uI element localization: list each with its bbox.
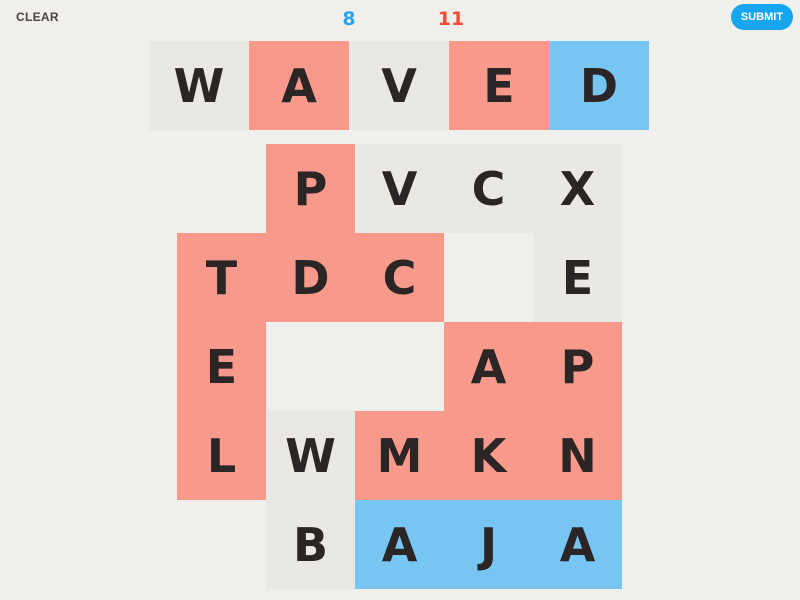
board-tile-r4-c3[interactable]: W [266, 411, 355, 500]
blue-score: 8 [342, 8, 356, 30]
board-tile-r5-c3[interactable]: B [266, 500, 355, 589]
board-tile-r4-c5[interactable]: K [444, 411, 533, 500]
board-tile-r4-c4[interactable]: M [355, 411, 444, 500]
board-tile-r1-c6[interactable]: X [533, 144, 622, 233]
board-tile-r5-c6[interactable]: A [533, 500, 622, 589]
clear-button[interactable]: CLEAR [16, 10, 59, 24]
board-tile-r1-c5[interactable]: C [444, 144, 533, 233]
word-tile-4[interactable]: E [449, 41, 549, 130]
word-tile-5[interactable]: D [549, 41, 649, 130]
word-tile-1[interactable]: W [149, 41, 249, 130]
board-tile-r2-c2[interactable]: T [177, 233, 266, 322]
board-tile-r5-c5[interactable]: J [444, 500, 533, 589]
board-tile-r2-c4[interactable]: C [355, 233, 444, 322]
board-tile-r2-c3[interactable]: D [266, 233, 355, 322]
board-tile-r4-c6[interactable]: N [533, 411, 622, 500]
board-tile-r1-c3[interactable]: P [266, 144, 355, 233]
word-tile-3[interactable]: V [349, 41, 449, 130]
word-tile-2[interactable]: A [249, 41, 349, 130]
board-tile-r5-c4[interactable]: A [355, 500, 444, 589]
board-tile-r3-c6[interactable]: P [533, 322, 622, 411]
game-board-screen: CLEAR 8 11 SUBMIT WAVED PVCXTDCEEAPLWMKN… [0, 0, 800, 600]
submit-button[interactable]: SUBMIT [731, 4, 793, 30]
red-score: 11 [437, 8, 465, 30]
board-tile-r2-c6[interactable]: E [533, 233, 622, 322]
board-tile-r3-c5[interactable]: A [444, 322, 533, 411]
board-tile-r3-c2[interactable]: E [177, 322, 266, 411]
board-tile-r1-c4[interactable]: V [355, 144, 444, 233]
board-tile-r4-c2[interactable]: L [177, 411, 266, 500]
